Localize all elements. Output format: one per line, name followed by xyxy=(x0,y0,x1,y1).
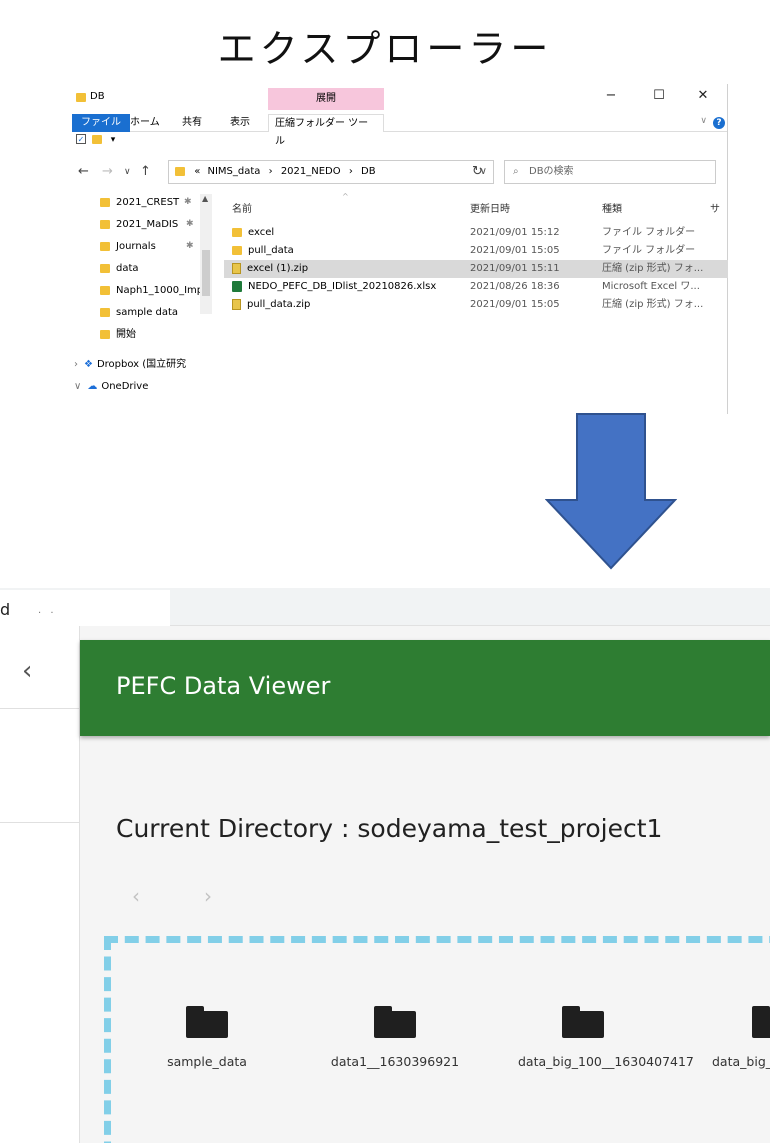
file-row-selected[interactable]: excel (1).zip 2021/09/01 15:11 圧縮 (zip 形… xyxy=(224,260,728,278)
navigation-pane: 2021_CREST ✱ 2021_MaDIS ✱ Journals ✱ dat… xyxy=(72,194,212,414)
sidebar: ‹ xyxy=(0,626,80,1143)
current-directory: Current Directory : sodeyama_test_projec… xyxy=(116,814,663,843)
expand-chevron-icon[interactable]: › xyxy=(74,359,78,370)
nav-item-start[interactable]: 開始 xyxy=(100,326,204,344)
nav-item-sample-data[interactable]: sample data xyxy=(100,304,204,322)
folder-icon xyxy=(100,329,110,339)
dropbox-icon: ❖ xyxy=(84,359,93,370)
ribbon: ファイル ホーム 共有 表示 圧縮フォルダー ツール ∨ ? xyxy=(72,110,727,147)
pin-icon[interactable]: ✱ xyxy=(186,241,194,251)
folder-item-sample-data[interactable]: sample_data xyxy=(142,1006,272,1069)
browser-tab-bar: d · · xyxy=(0,588,770,626)
folder-item-data-big-100[interactable]: data_big_100__1630407417 xyxy=(518,1006,694,1069)
explorer-window: DB 展開 − ☐ ✕ ファイル ホーム 共有 表示 圧縮フォルダー ツール ∨… xyxy=(72,84,728,414)
qat-dropdown[interactable]: ▾ xyxy=(111,135,116,145)
back-icon[interactable]: ‹ xyxy=(132,884,140,908)
folder-icon xyxy=(100,263,110,273)
web-app: d · · ‹ PEFC Data Viewer Current Directo… xyxy=(0,588,770,1143)
chevron-left-icon[interactable]: ‹ xyxy=(22,656,32,686)
folder-item-data1[interactable]: data1__1630396921 xyxy=(330,1006,460,1069)
nav-item-dropbox[interactable]: › ❖ Dropbox (国立研究 xyxy=(74,356,204,374)
onedrive-cloud-icon: ☁ xyxy=(87,381,98,392)
checkbox-icon[interactable]: ✓ xyxy=(76,134,86,144)
search-input[interactable]: ⌕ DBの検索 xyxy=(504,160,716,184)
nav-item-onedrive[interactable]: ∨ ☁ OneDrive xyxy=(74,378,204,396)
down-arrow-icon xyxy=(545,413,677,570)
file-row[interactable]: pull_data 2021/09/01 15:05 ファイル フォルダー xyxy=(224,242,728,260)
folder-icon xyxy=(100,285,110,295)
quick-access-toolbar: ✓ ▾ xyxy=(76,134,115,150)
nav-item-naph1[interactable]: Naph1_1000_Imp xyxy=(100,282,204,300)
app-bar: PEFC Data Viewer xyxy=(80,640,770,736)
scroll-up-icon[interactable]: ▲ xyxy=(202,194,208,203)
forward-icon[interactable]: › xyxy=(204,884,212,908)
close-icon[interactable]: ✕ xyxy=(688,88,718,106)
collapse-chevron-icon[interactable]: ∨ xyxy=(74,381,81,392)
folder-icon xyxy=(562,1006,604,1038)
divider xyxy=(0,822,80,823)
browser-tab[interactable]: d · · xyxy=(0,590,170,626)
zip-icon xyxy=(232,298,241,310)
help-icon[interactable]: ? xyxy=(713,117,725,129)
file-list: 名前 ^ 更新日時 種類 サ excel 2021/09/01 15:12 ファ… xyxy=(224,192,728,414)
file-row[interactable]: NEDO_PEFC_DB_IDlist_20210826.xlsx 2021/0… xyxy=(224,278,728,296)
excel-file-icon xyxy=(232,280,242,292)
forward-arrow-icon[interactable]: → xyxy=(102,164,113,179)
tab-share[interactable]: 共有 xyxy=(176,114,208,132)
folder-icon xyxy=(100,307,110,317)
tab-compressed-folder-tools[interactable]: 圧縮フォルダー ツール xyxy=(268,114,384,147)
nav-item-data[interactable]: data xyxy=(100,260,204,278)
pin-icon[interactable]: ✱ xyxy=(186,219,194,229)
search-icon: ⌕ xyxy=(513,166,519,177)
folder-icon[interactable] xyxy=(91,134,102,144)
divider xyxy=(0,708,80,709)
folder-icon xyxy=(232,227,242,237)
minimize-icon[interactable]: − xyxy=(596,88,626,106)
folder-icon xyxy=(100,219,110,229)
page-heading: エクスプローラー xyxy=(217,27,553,71)
title-bar: DB 展開 − ☐ ✕ xyxy=(72,84,727,110)
column-header-size[interactable]: サ xyxy=(710,200,720,215)
recent-dropdown-icon[interactable]: ∨ xyxy=(124,167,131,177)
folder-icon xyxy=(374,1006,416,1038)
back-arrow-icon[interactable]: ← xyxy=(78,164,89,179)
tab-home[interactable]: ホーム xyxy=(124,114,166,132)
folder-icon xyxy=(186,1006,228,1038)
nav-scrollbar[interactable]: ▲ xyxy=(200,194,212,314)
breadcrumb-db[interactable]: DB xyxy=(361,166,376,177)
breadcrumb-2021-nedo[interactable]: 2021_NEDO xyxy=(281,166,341,177)
context-tab-extract[interactable]: 展開 xyxy=(268,88,384,110)
folder-icon xyxy=(76,93,86,102)
refresh-icon[interactable]: ↻ xyxy=(472,164,483,179)
maximize-icon[interactable]: ☐ xyxy=(644,88,674,106)
breadcrumb-nims-data[interactable]: NIMS_data xyxy=(208,166,261,177)
navigation-row: ← → ∨ ↑ « NIMS_data › 2021_NEDO › DB ∨ ↻… xyxy=(72,158,727,186)
window-title: DB xyxy=(90,91,105,102)
up-arrow-icon[interactable]: ↑ xyxy=(140,164,151,179)
folder-item-data-big-200[interactable]: data_big_200 xyxy=(712,1006,770,1069)
tab-file[interactable]: ファイル xyxy=(72,114,130,132)
zip-icon xyxy=(232,262,241,274)
folder-icon xyxy=(100,241,110,251)
folder-icon xyxy=(175,166,185,176)
folder-icon xyxy=(752,1006,770,1038)
file-row[interactable]: pull_data.zip 2021/09/01 15:05 圧縮 (zip 形… xyxy=(224,296,728,314)
column-header-type[interactable]: 種類 xyxy=(602,200,622,215)
scroll-thumb[interactable] xyxy=(202,250,210,296)
column-header-date[interactable]: 更新日時 xyxy=(470,200,510,215)
address-bar[interactable]: « NIMS_data › 2021_NEDO › DB ∨ xyxy=(168,160,494,184)
sort-arrow-icon: ^ xyxy=(342,192,349,201)
folder-icon xyxy=(232,245,242,255)
pin-icon[interactable]: ✱ xyxy=(184,197,192,207)
file-row[interactable]: excel 2021/09/01 15:12 ファイル フォルダー xyxy=(224,224,728,242)
app-title: PEFC Data Viewer xyxy=(116,672,331,700)
chevron-down-icon[interactable]: ∨ xyxy=(700,116,707,126)
folder-icon xyxy=(100,197,110,207)
column-header-name[interactable]: 名前 xyxy=(232,200,252,215)
tab-view[interactable]: 表示 xyxy=(224,114,256,132)
